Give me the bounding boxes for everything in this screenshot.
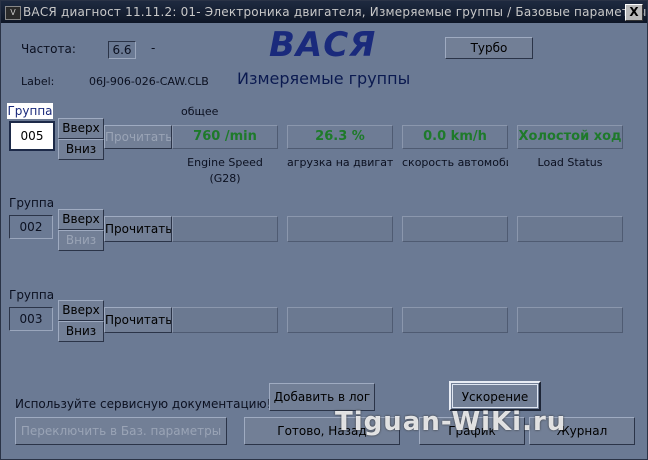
group2-read-button[interactable]: Прочитать: [104, 216, 172, 242]
turbo-button[interactable]: Турбо: [445, 37, 533, 59]
group3-down-button[interactable]: Вниз: [58, 321, 104, 342]
switch-basic-params-button[interactable]: Переключить в Баз. параметры: [15, 417, 227, 445]
group1-down-button[interactable]: Вниз: [58, 139, 104, 160]
group3-value-4: [517, 307, 623, 333]
group1-header-text: общее: [181, 105, 219, 118]
group3-number-input[interactable]: 003: [9, 307, 53, 331]
app-logo: ВАСЯ: [269, 25, 377, 65]
group1-desc-1: Engine Speed: [187, 156, 263, 169]
group1-value-3: 0.0 km/h: [402, 125, 508, 149]
group2-value-1: [172, 216, 278, 242]
group1-desc-2: агрузка на двигатель: [287, 156, 393, 169]
title-bar: V ВАСЯ диагност 11.11.2: 01- Электроника…: [1, 1, 647, 23]
freq-suffix: -: [151, 41, 156, 55]
group3-read-button[interactable]: Прочитать: [104, 307, 172, 333]
group1-value-4: Холостой ход: [517, 125, 623, 149]
group1-value-2: 26.3 %: [287, 125, 393, 149]
group1-read-button[interactable]: Прочитать: [104, 125, 172, 149]
group2-value-4: [517, 216, 623, 242]
freq-label: Частота:: [21, 42, 76, 56]
group1-value-1: 760 /min: [172, 125, 278, 149]
group2-number-input[interactable]: 002: [9, 215, 53, 239]
app-icon: V: [5, 6, 21, 20]
doc-hint: Используйте сервисную документацию!: [15, 397, 272, 411]
group1-desc-1b: (G28): [209, 172, 241, 185]
group2-value-3: [402, 216, 508, 242]
group3-value-3: [402, 307, 508, 333]
group1-number-input[interactable]: 005: [9, 121, 55, 151]
group1-up-button[interactable]: Вверх: [58, 118, 104, 139]
label-value: 06J-906-026-CAW.CLB: [89, 75, 209, 88]
watermark: Tiguan-WiKi.ru: [335, 407, 567, 437]
label-label: Label:: [21, 75, 55, 88]
group2-value-2: [287, 216, 393, 242]
group1-label: Группа: [7, 103, 53, 119]
group3-up-button[interactable]: Вверх: [58, 300, 104, 321]
freq-value: 6.6: [108, 41, 136, 59]
group1-desc-3: скорость автомобиля: [402, 156, 508, 169]
main-window: V ВАСЯ диагност 11.11.2: 01- Электроника…: [0, 0, 648, 460]
group2-label: Группа: [9, 196, 55, 210]
close-button[interactable]: X: [625, 4, 643, 21]
group3-label: Группа: [9, 288, 55, 302]
group3-value-2: [287, 307, 393, 333]
page-subtitle: Измеряемые группы: [237, 69, 411, 88]
group1-desc-4: Load Status: [537, 156, 603, 169]
window-title: ВАСЯ диагност 11.11.2: 01- Электроника д…: [23, 5, 647, 19]
group2-down-button[interactable]: Вниз: [58, 230, 104, 251]
group3-value-1: [172, 307, 278, 333]
group2-up-button[interactable]: Вверх: [58, 209, 104, 230]
